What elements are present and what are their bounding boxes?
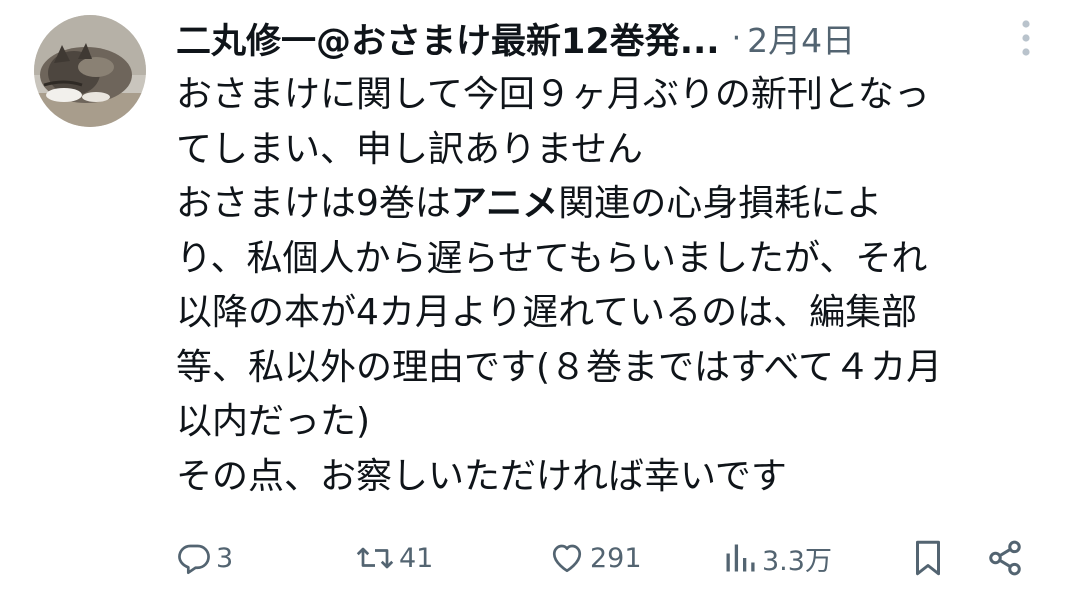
tweet-line: 等、私以外の理由です(８巻まではすべて４カ月	[176, 346, 943, 388]
tweet-line: おさまけに関して今回９ヶ月ぶりの新刊となっ	[176, 74, 930, 115]
retweet-button[interactable]: 41	[355, 530, 433, 586]
tweet-text: おさまけに関して今回９ヶ月ぶりの新刊となっ てしまい、申し訳ありません おさまけ…	[176, 68, 1066, 504]
tweet-line: その点、お察しいただければ幸いです	[176, 455, 787, 497]
tweet-line: てしまい、申し訳ありません	[176, 128, 643, 170]
views-count: 3.3万	[762, 545, 832, 577]
separator-dot: ·	[731, 20, 742, 56]
bookmark-icon	[916, 540, 940, 576]
tweet-line: おさまけは9巻はアニメ関連の心身損耗によ	[176, 183, 883, 224]
tweet-line: 以降の本が4カ月より遅れているのは、編集部	[176, 292, 918, 333]
heart-icon	[552, 544, 582, 573]
retweet-count: 41	[399, 542, 434, 574]
avatar[interactable]	[34, 15, 146, 127]
share-icon	[989, 540, 1021, 576]
reply-button[interactable]: 3	[176, 530, 233, 586]
like-count: 291	[590, 542, 642, 574]
action-bar: 3 41 291 3.3万	[0, 530, 1080, 586]
tweet-header: 二丸修一@おさまけ最新12巻発... · 2月4日	[176, 10, 855, 66]
tweet-line: 以内だった)	[176, 401, 371, 442]
reply-count: 3	[216, 542, 234, 574]
tweet-line: り、私個人から遅らせてもらいましたが、それ	[176, 237, 928, 279]
bold-text: アニメ	[450, 183, 559, 224]
display-name[interactable]: 二丸修一@おさまけ最新12巻発...	[176, 13, 720, 64]
views-icon	[726, 544, 755, 572]
more-options-button[interactable]	[1012, 16, 1040, 60]
like-button[interactable]: 291	[548, 530, 642, 586]
share-button[interactable]	[986, 530, 1024, 586]
reply-icon	[178, 544, 210, 575]
bookmark-button[interactable]	[910, 530, 946, 586]
retweet-icon	[356, 547, 394, 569]
more-vertical-icon	[1022, 20, 1030, 56]
views-button[interactable]: 3.3万	[722, 530, 832, 586]
timestamp[interactable]: 2月4日	[747, 14, 855, 62]
cat-photo	[34, 15, 146, 127]
